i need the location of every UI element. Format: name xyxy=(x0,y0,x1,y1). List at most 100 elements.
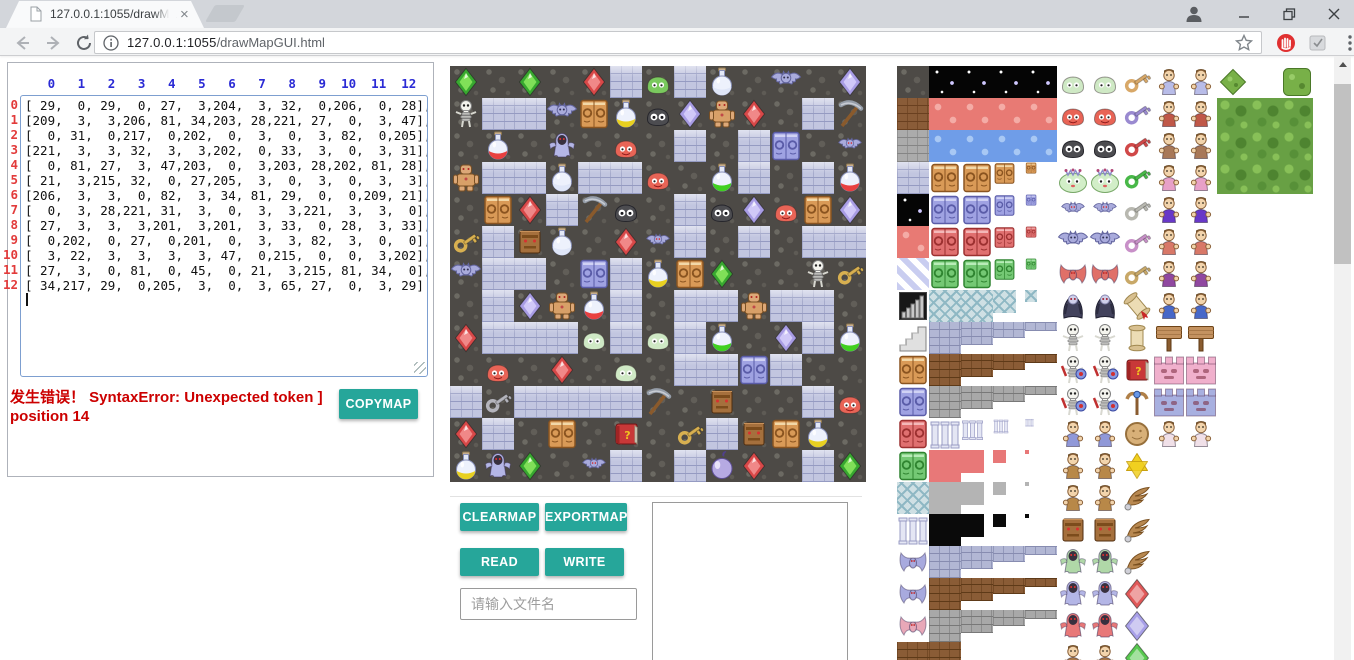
tileset-cell[interactable] xyxy=(1281,546,1313,578)
map-tile[interactable] xyxy=(834,162,866,194)
page-scrollbar[interactable] xyxy=(1334,56,1351,660)
tileset-cell[interactable] xyxy=(993,450,1025,482)
tileset-cell[interactable] xyxy=(1281,162,1313,194)
tileset-cell[interactable] xyxy=(1153,354,1185,386)
tileset-cell[interactable] xyxy=(1185,226,1217,258)
exportmap-button[interactable]: EXPORTMAP xyxy=(545,503,627,531)
map-tile[interactable] xyxy=(802,386,834,418)
tileset-cell[interactable] xyxy=(1281,514,1313,546)
tileset-cell[interactable] xyxy=(1281,450,1313,482)
tileset-cell[interactable] xyxy=(1217,450,1249,482)
tileset-cell[interactable] xyxy=(1185,354,1217,386)
map-tile[interactable] xyxy=(706,450,738,482)
tileset-cell[interactable] xyxy=(1025,514,1057,546)
tileset-cell[interactable] xyxy=(1249,386,1281,418)
tileset-cell[interactable] xyxy=(929,322,961,354)
map-tile[interactable] xyxy=(706,194,738,226)
tileset-cell[interactable] xyxy=(1089,610,1121,642)
tileset-cell[interactable] xyxy=(961,610,993,642)
tileset-cell[interactable] xyxy=(1249,258,1281,290)
map-tile[interactable] xyxy=(642,194,674,226)
map-tile[interactable] xyxy=(610,450,642,482)
map-tile[interactable] xyxy=(546,290,578,322)
map-tile[interactable] xyxy=(450,66,482,98)
map-tile[interactable] xyxy=(450,194,482,226)
map-tile[interactable] xyxy=(482,386,514,418)
map-tile[interactable] xyxy=(674,162,706,194)
tileset-cell[interactable] xyxy=(1217,546,1249,578)
tileset-cell[interactable] xyxy=(897,386,929,418)
map-tile[interactable] xyxy=(610,66,642,98)
map-tile[interactable] xyxy=(546,226,578,258)
map-tile[interactable] xyxy=(642,290,674,322)
tileset-cell[interactable] xyxy=(1185,482,1217,514)
map-tile[interactable] xyxy=(610,386,642,418)
map-tile[interactable] xyxy=(706,354,738,386)
map-tile[interactable] xyxy=(514,354,546,386)
tileset-cell[interactable] xyxy=(1089,130,1121,162)
map-tile[interactable] xyxy=(482,290,514,322)
tileset-cell[interactable] xyxy=(961,130,993,162)
tileset-cell[interactable] xyxy=(1281,322,1313,354)
tileset-cell[interactable] xyxy=(897,482,929,514)
map-canvas[interactable]: ? xyxy=(450,66,866,482)
tileset-cell[interactable] xyxy=(1057,418,1089,450)
map-tile[interactable] xyxy=(610,130,642,162)
map-tile[interactable] xyxy=(642,418,674,450)
map-tile[interactable] xyxy=(514,258,546,290)
map-tile[interactable] xyxy=(546,450,578,482)
tileset-cell[interactable] xyxy=(1153,258,1185,290)
tileset-cell[interactable] xyxy=(929,450,961,482)
window-close-icon[interactable] xyxy=(1314,0,1354,28)
tileset-cell[interactable] xyxy=(1121,322,1153,354)
tileset-cell[interactable] xyxy=(993,322,1025,354)
map-tile[interactable] xyxy=(834,386,866,418)
tileset-cell[interactable] xyxy=(1089,514,1121,546)
map-tile[interactable] xyxy=(642,130,674,162)
tileset-cell[interactable] xyxy=(1249,66,1281,98)
new-tab-button[interactable] xyxy=(205,5,245,22)
tileset-cell[interactable] xyxy=(1025,194,1057,226)
map-tile[interactable] xyxy=(674,386,706,418)
map-tile[interactable] xyxy=(546,354,578,386)
tileset-cell[interactable] xyxy=(1249,130,1281,162)
tileset-cell[interactable] xyxy=(1185,450,1217,482)
map-tile[interactable] xyxy=(514,386,546,418)
map-tile[interactable] xyxy=(610,354,642,386)
map-tile[interactable] xyxy=(674,354,706,386)
map-tile[interactable] xyxy=(802,418,834,450)
map-tile[interactable] xyxy=(674,418,706,450)
tileset-cell[interactable] xyxy=(929,98,961,130)
tileset-cell[interactable] xyxy=(1281,258,1313,290)
map-tile[interactable] xyxy=(674,290,706,322)
tileset-cell[interactable] xyxy=(1217,130,1249,162)
tileset-cell[interactable] xyxy=(897,450,929,482)
tileset-cell[interactable] xyxy=(1281,98,1313,130)
tileset-cell[interactable] xyxy=(1089,226,1121,258)
map-tile[interactable] xyxy=(546,258,578,290)
tileset-cell[interactable] xyxy=(961,642,993,660)
tileset-cell[interactable] xyxy=(961,322,993,354)
tileset-cell[interactable] xyxy=(1153,610,1185,642)
tileset-cell[interactable] xyxy=(1249,162,1281,194)
map-tile[interactable] xyxy=(514,194,546,226)
tileset-cell[interactable] xyxy=(1217,578,1249,610)
map-tile[interactable] xyxy=(738,322,770,354)
map-tile[interactable] xyxy=(834,290,866,322)
tileset-cell[interactable] xyxy=(1217,194,1249,226)
tileset-cell[interactable] xyxy=(1025,162,1057,194)
tileset-cell[interactable] xyxy=(961,290,993,322)
map-tile[interactable] xyxy=(642,98,674,130)
map-tile[interactable] xyxy=(706,290,738,322)
map-tile[interactable] xyxy=(578,258,610,290)
tileset-cell[interactable] xyxy=(961,162,993,194)
tileset-cell[interactable] xyxy=(929,354,961,386)
tileset-cell[interactable] xyxy=(1057,386,1089,418)
tileset-cell[interactable] xyxy=(897,354,929,386)
map-tile[interactable] xyxy=(674,130,706,162)
tileset-cell[interactable] xyxy=(1089,162,1121,194)
map-tile[interactable] xyxy=(642,258,674,290)
tileset-cell[interactable] xyxy=(1089,482,1121,514)
tileset-cell[interactable] xyxy=(897,98,929,130)
tileset-cell[interactable] xyxy=(1025,642,1057,660)
